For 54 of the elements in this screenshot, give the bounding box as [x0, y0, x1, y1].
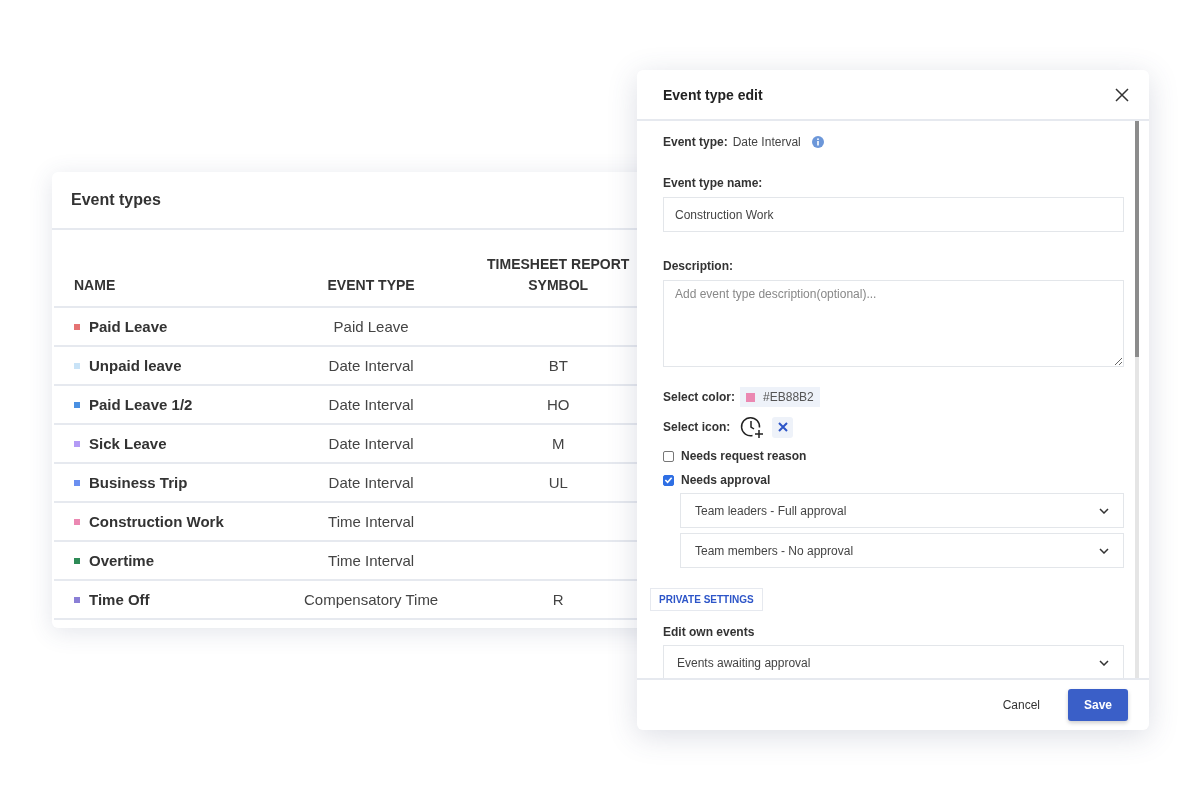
event-name: Sick Leave	[89, 435, 167, 452]
private-settings-tab[interactable]: PRIVATE SETTINGS	[650, 588, 763, 611]
column-header: NAME	[54, 254, 304, 307]
symbol-text: M	[551, 435, 565, 452]
field-label: Description:	[663, 259, 734, 273]
event-type-value: Date Interval	[732, 135, 801, 149]
checkbox[interactable]	[663, 474, 674, 486]
event-type-text: Date Interval	[328, 435, 414, 452]
clock-plus-icon[interactable]	[740, 415, 765, 439]
event-name: Overtime	[89, 552, 155, 569]
card-title: Event types	[71, 191, 161, 209]
event-name: Construction Work	[89, 513, 224, 530]
edit-own-events-select[interactable]: Events awaiting approval	[663, 645, 1124, 678]
cancel-button[interactable]: Cancel	[996, 697, 1046, 713]
name-input[interactable]: Construction Work	[663, 197, 1124, 232]
event-type-text: Date Interval	[328, 474, 414, 491]
event-type-text: Time Interval	[328, 552, 415, 569]
column-header: EVENT TYPE	[304, 254, 439, 307]
remove-icon-button[interactable]	[772, 416, 794, 438]
symbol-text: R	[552, 591, 564, 608]
scrollbar[interactable]	[1135, 121, 1139, 357]
event-name: Time Off	[89, 591, 150, 608]
event-name: Business Trip	[89, 474, 188, 491]
event-name: Paid Leave	[89, 318, 168, 335]
description-field[interactable]: Add event type description(optional)...	[663, 280, 1124, 367]
x-icon	[777, 422, 788, 432]
symbol-text: BT	[548, 357, 568, 374]
info-icon[interactable]	[811, 136, 824, 148]
chevron-down-icon	[1099, 507, 1109, 514]
approval-select[interactable]: Team members - No approval	[680, 533, 1124, 568]
event-name: Paid Leave 1/2	[89, 396, 193, 413]
checkbox-label: Needs approval	[681, 473, 771, 487]
event-type-text: Paid Leave	[333, 318, 409, 335]
chevron-down-icon	[1099, 659, 1109, 666]
approval-select[interactable]: Team leaders - Full approval	[680, 493, 1124, 528]
save-button[interactable]: Save	[1068, 689, 1128, 721]
field-label: Select color:	[663, 390, 736, 404]
color-picker[interactable]: #EB88B2	[740, 387, 820, 407]
checkbox[interactable]	[663, 450, 674, 462]
field-label: Edit own events	[663, 625, 756, 639]
event-type-text: Date Interval	[328, 357, 414, 374]
event-type-text: Time Interval	[328, 513, 415, 530]
event-name: Unpaid leave	[89, 357, 182, 374]
symbol-text: HO	[546, 396, 570, 413]
field-label: Select icon:	[663, 420, 731, 434]
checkbox-label: Needs request reason	[681, 449, 807, 463]
close-icon[interactable]	[1115, 87, 1129, 102]
symbol-text: UL	[548, 474, 568, 491]
chevron-down-icon	[1099, 547, 1109, 554]
event-type-text: Date Interval	[328, 396, 414, 413]
event-type-text: Compensatory Time	[304, 591, 439, 608]
field-label: Event type:	[663, 135, 728, 149]
dialog-title: Event type edit	[663, 86, 763, 103]
field-label: Event type name:	[663, 176, 764, 190]
